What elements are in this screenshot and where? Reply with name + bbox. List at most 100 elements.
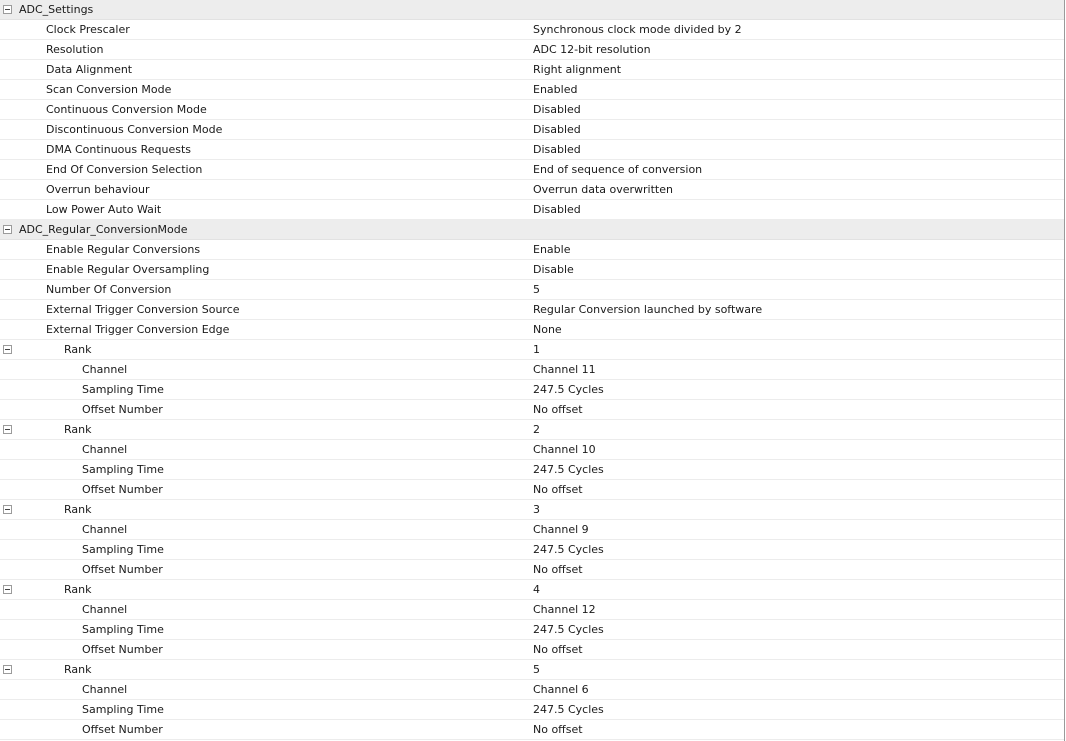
property-value[interactable]: No offset — [533, 720, 583, 739]
property-row-channel[interactable]: Channel Channel 11 — [0, 360, 1064, 380]
property-row-channel[interactable]: Channel Channel 10 — [0, 440, 1064, 460]
property-row-external-trigger-conversion-edge[interactable]: External Trigger Conversion Edge None — [0, 320, 1064, 340]
property-value[interactable]: No offset — [533, 640, 583, 659]
property-row-offset-number[interactable]: Offset Number No offset — [0, 560, 1064, 580]
property-value[interactable]: 247.5 Cycles — [533, 620, 604, 639]
property-value[interactable]: 5 — [533, 660, 540, 679]
collapse-minus-icon[interactable] — [3, 665, 12, 674]
collapse-minus-icon[interactable] — [3, 225, 12, 234]
property-row-rank[interactable]: Rank 5 — [0, 660, 1064, 680]
property-name: Sampling Time — [82, 543, 164, 556]
property-value[interactable]: No offset — [533, 400, 583, 419]
property-row-enable-regular-conversions[interactable]: Enable Regular Conversions Enable — [0, 240, 1064, 260]
property-value[interactable]: End of sequence of conversion — [533, 160, 702, 179]
collapse-minus-icon[interactable] — [3, 425, 12, 434]
property-value[interactable]: Disabled — [533, 100, 581, 119]
property-value[interactable]: Channel 12 — [533, 600, 596, 619]
property-row-channel[interactable]: Channel Channel 9 — [0, 520, 1064, 540]
section-row-adc-regular-conversionmode[interactable]: ADC_Regular_ConversionMode — [0, 220, 1064, 240]
collapse-minus-icon[interactable] — [3, 5, 12, 14]
property-value[interactable]: 247.5 Cycles — [533, 700, 604, 719]
adc-parameter-grid: ADC_Settings Clock Prescaler Synchronous c… — [0, 0, 1065, 741]
property-row-clock-prescaler[interactable]: Clock Prescaler Synchronous clock mode di… — [0, 20, 1064, 40]
property-value[interactable]: Channel 11 — [533, 360, 596, 379]
property-row-rank[interactable]: Rank 3 — [0, 500, 1064, 520]
collapse-minus-icon[interactable] — [3, 505, 12, 514]
property-value[interactable]: 4 — [533, 580, 540, 599]
section-row-adc-settings[interactable]: ADC_Settings — [0, 0, 1064, 20]
property-value[interactable]: 247.5 Cycles — [533, 540, 604, 559]
collapse-minus-icon[interactable] — [3, 345, 12, 354]
property-name: Rank — [64, 423, 92, 436]
property-name: End Of Conversion Selection — [46, 163, 203, 176]
collapse-minus-icon[interactable] — [3, 585, 12, 594]
property-name: Channel — [82, 603, 128, 616]
property-name: Offset Number — [82, 483, 163, 496]
property-value[interactable]: Overrun data overwritten — [533, 180, 673, 199]
property-value[interactable]: Regular Conversion launched by software — [533, 300, 762, 319]
property-row-enable-regular-oversampling[interactable]: Enable Regular Oversampling Disable — [0, 260, 1064, 280]
property-value[interactable]: 5 — [533, 280, 540, 299]
property-name: Data Alignment — [46, 63, 133, 76]
property-row-sampling-time[interactable]: Sampling Time 247.5 Cycles — [0, 460, 1064, 480]
property-name: Channel — [82, 443, 128, 456]
property-name: Discontinuous Conversion Mode — [46, 123, 223, 136]
property-row-offset-number[interactable]: Offset Number No offset — [0, 640, 1064, 660]
property-value[interactable]: Channel 10 — [533, 440, 596, 459]
property-row-dma-continuous-requests[interactable]: DMA Continuous Requests Disabled — [0, 140, 1064, 160]
property-value[interactable]: ADC 12-bit resolution — [533, 40, 651, 59]
property-row-discontinuous-conversion-mode[interactable]: Discontinuous Conversion Mode Disabled — [0, 120, 1064, 140]
property-value[interactable]: 247.5 Cycles — [533, 460, 604, 479]
property-name: Offset Number — [82, 643, 163, 656]
property-row-data-alignment[interactable]: Data Alignment Right alignment — [0, 60, 1064, 80]
property-value[interactable]: Disabled — [533, 140, 581, 159]
property-row-sampling-time[interactable]: Sampling Time 247.5 Cycles — [0, 700, 1064, 720]
property-value[interactable]: Channel 6 — [533, 680, 589, 699]
property-row-scan-conversion-mode[interactable]: Scan Conversion Mode Enabled — [0, 80, 1064, 100]
property-row-rank[interactable]: Rank 4 — [0, 580, 1064, 600]
property-row-end-of-conversion-selection[interactable]: End Of Conversion Selection End of sequen… — [0, 160, 1064, 180]
property-value[interactable]: 247.5 Cycles — [533, 380, 604, 399]
property-name: Enable Regular Conversions — [46, 243, 201, 256]
property-value[interactable]: 2 — [533, 420, 540, 439]
property-value[interactable]: Channel 9 — [533, 520, 589, 539]
property-row-rank[interactable]: Rank 2 — [0, 420, 1064, 440]
property-value[interactable]: Disable — [533, 260, 574, 279]
property-row-sampling-time[interactable]: Sampling Time 247.5 Cycles — [0, 380, 1064, 400]
property-row-sampling-time[interactable]: Sampling Time 247.5 Cycles — [0, 620, 1064, 640]
property-name: ADC_Settings — [19, 3, 94, 16]
property-row-resolution[interactable]: Resolution ADC 12-bit resolution — [0, 40, 1064, 60]
property-row-external-trigger-conversion-source[interactable]: External Trigger Conversion Source Regula… — [0, 300, 1064, 320]
property-row-continuous-conversion-mode[interactable]: Continuous Conversion Mode Disabled — [0, 100, 1064, 120]
property-row-low-power-auto-wait[interactable]: Low Power Auto Wait Disabled — [0, 200, 1064, 220]
property-row-offset-number[interactable]: Offset Number No offset — [0, 720, 1064, 740]
property-name: Rank — [64, 663, 92, 676]
property-row-sampling-time[interactable]: Sampling Time 247.5 Cycles — [0, 540, 1064, 560]
property-value[interactable]: No offset — [533, 480, 583, 499]
property-name: Channel — [82, 683, 128, 696]
property-value[interactable]: Enable — [533, 240, 570, 259]
property-name: Enable Regular Oversampling — [46, 263, 210, 276]
property-row-offset-number[interactable]: Offset Number No offset — [0, 480, 1064, 500]
property-row-overrun-behaviour[interactable]: Overrun behaviour Overrun data overwritte… — [0, 180, 1064, 200]
property-name: External Trigger Conversion Edge — [46, 323, 230, 336]
property-value[interactable]: No offset — [533, 560, 583, 579]
property-name: Low Power Auto Wait — [46, 203, 162, 216]
property-value[interactable]: Synchronous clock mode divided by 2 — [533, 20, 742, 39]
property-row-channel[interactable]: Channel Channel 12 — [0, 600, 1064, 620]
property-row-number-of-conversion[interactable]: Number Of Conversion 5 — [0, 280, 1064, 300]
property-name: Sampling Time — [82, 703, 164, 716]
property-value[interactable]: Disabled — [533, 120, 581, 139]
property-row-offset-number[interactable]: Offset Number No offset — [0, 400, 1064, 420]
property-row-rank[interactable]: Rank 1 — [0, 340, 1064, 360]
property-row-channel[interactable]: Channel Channel 6 — [0, 680, 1064, 700]
property-value[interactable]: Enabled — [533, 80, 577, 99]
property-name: Channel — [82, 523, 128, 536]
property-value[interactable]: None — [533, 320, 562, 339]
property-value[interactable]: 1 — [533, 340, 540, 359]
property-value[interactable]: 3 — [533, 500, 540, 519]
property-value[interactable]: Right alignment — [533, 60, 621, 79]
property-name: Rank — [64, 583, 92, 596]
property-value[interactable]: Disabled — [533, 200, 581, 219]
property-name: Offset Number — [82, 723, 163, 736]
